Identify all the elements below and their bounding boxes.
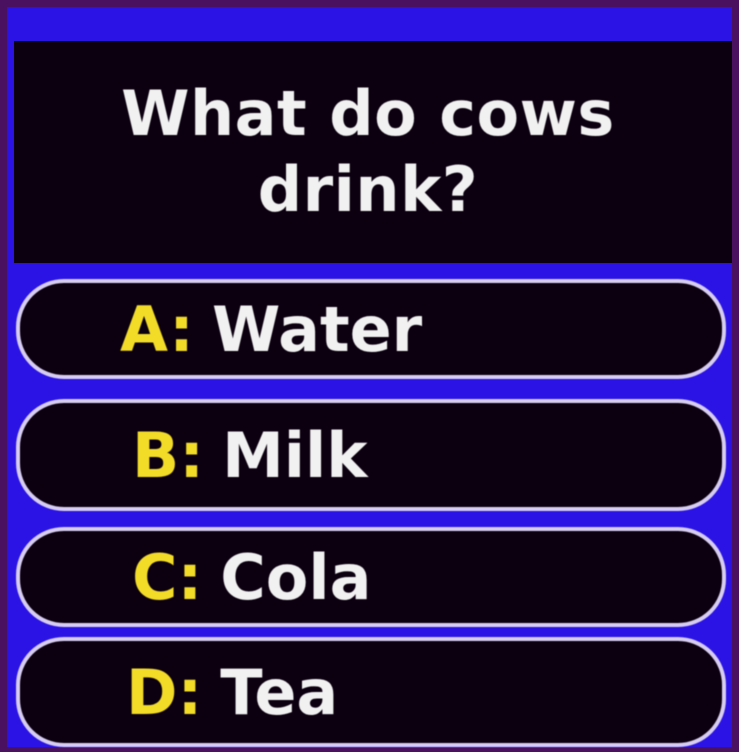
question-text: What do cows drink? <box>121 77 615 226</box>
quiz-panel: What do cows drink? A: Water B: Milk C: … <box>7 7 732 747</box>
answer-d-letter: D: <box>126 655 203 729</box>
question-box: What do cows drink? <box>14 41 732 263</box>
answer-a-text: Water <box>211 292 423 366</box>
answer-a-button[interactable]: A: Water <box>16 279 726 379</box>
answer-b-button[interactable]: B: Milk <box>16 399 726 511</box>
answer-c-text: Cola <box>220 540 372 614</box>
answer-b-letter: B: <box>132 418 205 492</box>
answer-d-button[interactable]: D: Tea <box>16 637 726 747</box>
quiz-frame: What do cows drink? A: Water B: Milk C: … <box>0 0 739 752</box>
answer-d-text: Tea <box>220 655 339 729</box>
answer-c-letter: C: <box>132 540 203 614</box>
answer-a-letter: A: <box>120 292 194 366</box>
answer-b-text: Milk <box>222 418 368 492</box>
answer-c-button[interactable]: C: Cola <box>16 527 726 627</box>
